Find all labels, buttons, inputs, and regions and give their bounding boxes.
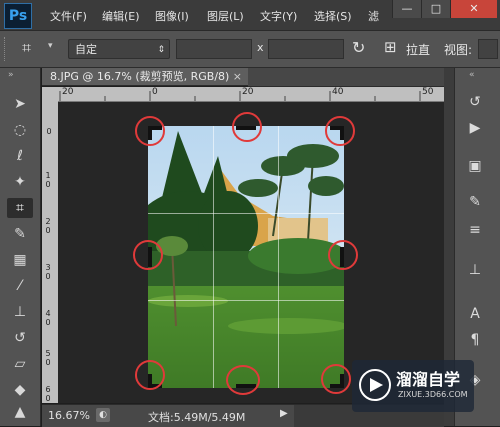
highlight-circle xyxy=(135,360,165,390)
watermark-brand: 溜溜自学 xyxy=(396,370,461,389)
height-input[interactable] xyxy=(268,39,344,59)
photo-preview[interactable] xyxy=(148,126,344,388)
menu-type[interactable]: 文字(Y) xyxy=(260,8,297,24)
landscape-photo xyxy=(148,126,344,388)
paint-bucket-tool-icon[interactable]: ◆ xyxy=(7,380,33,400)
preset-select[interactable]: 自定 ⇕ xyxy=(68,39,170,59)
marquee-tool-icon[interactable]: ◌ xyxy=(7,120,33,140)
ruler-label: 6 0 xyxy=(45,385,51,403)
history-brush-tool-icon[interactable]: ↺ xyxy=(7,328,33,348)
view-label: 视图: xyxy=(444,43,473,57)
move-tool-icon[interactable]: ➤ xyxy=(7,94,33,114)
ruler-label: 5 0 xyxy=(45,349,51,367)
menu-image[interactable]: 图像(I) xyxy=(155,8,189,24)
tab-strip xyxy=(248,68,444,87)
highlight-circle xyxy=(321,364,351,394)
healing-tool-icon[interactable]: ▦ xyxy=(7,250,33,270)
width-input[interactable] xyxy=(176,39,252,59)
paragraph-panel-icon[interactable]: ¶ xyxy=(461,328,489,352)
ratio-separator: x xyxy=(257,41,264,54)
swap-icon[interactable]: ↻ xyxy=(352,38,365,57)
ruler-label: 50 xyxy=(422,87,434,97)
history-panel-icon[interactable]: ↺ xyxy=(461,90,489,114)
ruler-label: 4 0 xyxy=(45,309,51,327)
ruler-label: 3 0 xyxy=(45,263,51,281)
crop-grid-line xyxy=(148,300,344,301)
ruler-label: 0 xyxy=(46,127,52,136)
character-panel-icon[interactable]: A xyxy=(461,302,489,326)
collapse-icon[interactable]: » xyxy=(8,70,14,80)
clone-source-panel-icon[interactable]: ⊥ xyxy=(461,258,489,282)
brush-tool-icon[interactable]: ⁄ xyxy=(7,276,33,296)
ruler-label: 1 0 xyxy=(45,171,51,189)
collapse-icon[interactable]: « xyxy=(469,70,475,80)
menu-edit[interactable]: 编辑(E) xyxy=(102,8,140,24)
vertical-ruler[interactable]: 0 1 0 2 0 3 0 4 0 5 0 6 0 xyxy=(42,101,59,403)
swatches-panel-icon[interactable]: ▣ xyxy=(461,154,489,178)
ruler-label: 2 0 xyxy=(45,217,51,235)
crop-grid-line xyxy=(148,213,344,214)
chevron-down-icon[interactable]: ▾ xyxy=(48,41,53,51)
document-size: 文档:5.49M/5.49M xyxy=(148,411,246,424)
sharpen-tool-icon[interactable]: ▲ xyxy=(7,402,33,422)
maximize-button[interactable]: □ xyxy=(421,0,450,18)
horizontal-ruler[interactable]: 20 0 20 40 50 xyxy=(58,87,444,102)
ruler-label: 40 xyxy=(332,87,344,97)
menu-file[interactable]: 文件(F) xyxy=(50,8,87,24)
menu-select[interactable]: 选择(S) xyxy=(314,8,352,24)
highlight-circle xyxy=(135,116,165,146)
lasso-tool-icon[interactable]: ℓ xyxy=(7,146,33,166)
watermark-logo-icon xyxy=(359,369,391,401)
brushes-panel-icon[interactable]: ✎ xyxy=(461,190,489,214)
ruler-label: 0 xyxy=(152,87,158,97)
preset-value: 自定 xyxy=(75,43,97,56)
menu-bar: Ps 文件(F) 编辑(E) 图像(I) 图层(L) 文字(Y) 选择(S) 滤… xyxy=(0,0,500,31)
highlight-circle xyxy=(133,240,163,270)
document-tab[interactable]: 8.JPG @ 16.7% (裁剪预览, RGB/8) × xyxy=(42,68,248,86)
watermark: 溜溜自学 ZIXUE.3D66.COM xyxy=(352,360,474,412)
highlight-circle xyxy=(328,240,358,270)
highlight-circle xyxy=(226,365,260,395)
straighten-label[interactable]: 拉直 xyxy=(406,41,430,58)
photoshop-logo: Ps xyxy=(4,3,32,29)
straighten-icon[interactable]: ⊞ xyxy=(384,38,397,56)
close-icon[interactable]: × xyxy=(233,68,242,86)
ruler-origin[interactable] xyxy=(42,87,58,101)
eyedropper-tool-icon[interactable]: ✎ xyxy=(7,224,33,244)
grip-handle xyxy=(4,37,13,61)
adjustments-panel-icon[interactable]: ≡ xyxy=(461,218,489,242)
menu-layer[interactable]: 图层(L) xyxy=(207,8,244,24)
tools-panel: » ➤ ◌ ℓ ✦ ⌗ ✎ ▦ ⁄ ⊥ ↺ ▱ ◆ ▲ xyxy=(0,68,41,426)
ruler-label: 20 xyxy=(62,87,74,97)
document-title: 8.JPG @ 16.7% (裁剪预览, RGB/8) xyxy=(50,70,230,83)
crop-grid-line xyxy=(213,126,214,388)
ruler-label: 20 xyxy=(242,87,254,97)
eraser-tool-icon[interactable]: ▱ xyxy=(7,354,33,374)
view-select[interactable] xyxy=(478,39,498,59)
updown-arrows-icon: ⇕ xyxy=(157,45,165,55)
menu-filter[interactable]: 滤 xyxy=(368,8,379,24)
magic-wand-tool-icon[interactable]: ✦ xyxy=(7,172,33,192)
clone-stamp-tool-icon[interactable]: ⊥ xyxy=(7,302,33,322)
status-menu-arrow-icon[interactable]: ▶ xyxy=(280,408,288,419)
crop-tool-icon[interactable]: ⌗ xyxy=(7,198,33,218)
crop-grid-line xyxy=(278,126,279,388)
highlight-circle xyxy=(325,116,355,146)
info-icon[interactable]: ◐ xyxy=(96,408,110,422)
close-button[interactable]: ✕ xyxy=(450,0,497,18)
actions-panel-icon[interactable]: ▶ xyxy=(461,116,489,140)
options-bar: ⌗ ▾ 自定 ⇕ x ↻ ⊞ 拉直 视图: xyxy=(0,31,500,68)
minimize-button[interactable]: — xyxy=(392,0,421,18)
watermark-url: ZIXUE.3D66.COM xyxy=(398,390,468,399)
zoom-level[interactable]: 16.67% xyxy=(48,409,90,422)
crop-tool-icon[interactable]: ⌗ xyxy=(22,38,31,58)
highlight-circle xyxy=(232,112,262,142)
